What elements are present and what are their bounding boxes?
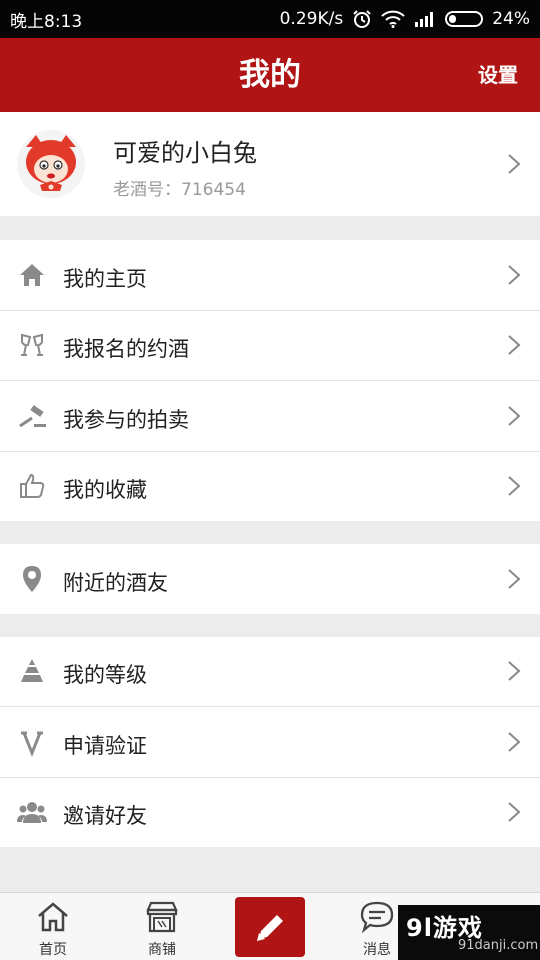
menu-item-label: 申请验证	[63, 734, 147, 758]
menu-item-label: 我报名的约酒	[63, 337, 189, 361]
alarm-icon	[352, 9, 372, 29]
status-bar: 晚上8:13 0.29K/s 24%	[0, 0, 540, 38]
thumbs-up-icon	[20, 473, 45, 498]
v-icon	[21, 731, 43, 758]
chat-bubble-icon	[360, 901, 394, 934]
chevron-right-icon	[508, 476, 521, 496]
menu-item-label: 我的收藏	[63, 478, 147, 502]
chevron-right-icon	[508, 265, 521, 285]
menu-item-nearby-friends[interactable]: 附近的酒友	[0, 544, 540, 614]
menu-item-label: 邀请好友	[63, 804, 147, 828]
storefront-icon	[146, 901, 178, 933]
tab-shop[interactable]: 商铺	[122, 893, 202, 960]
menu-item-homepage[interactable]: 我的主页	[0, 240, 540, 310]
tab-shop-label: 商铺	[148, 942, 176, 958]
signal-icon	[414, 11, 436, 27]
menu-item-verification[interactable]: 申请验证	[0, 707, 540, 777]
chevron-right-icon	[508, 732, 521, 752]
chevron-right-icon	[508, 335, 521, 355]
menu-item-label: 我的等级	[63, 663, 147, 687]
menu-item-drinking-signups[interactable]: 我报名的约酒	[0, 311, 540, 380]
battery-level	[449, 15, 457, 23]
watermark-logo: 9l游戏 91danji.com	[398, 905, 540, 960]
battery-icon	[445, 11, 484, 27]
chevron-right-icon	[508, 802, 521, 822]
chevron-right-icon	[508, 569, 521, 589]
menu-item-label: 我参与的拍卖	[63, 408, 189, 432]
menu-item-favorites[interactable]: 我的收藏	[0, 452, 540, 521]
page-title: 我的	[239, 57, 301, 93]
avatar[interactable]	[16, 129, 86, 199]
location-pin-icon	[23, 566, 41, 592]
menu-item-label: 附近的酒友	[63, 571, 168, 595]
people-icon	[17, 802, 47, 823]
home-icon	[20, 264, 44, 286]
pyramid-icon	[21, 659, 43, 682]
battery-percent: 24%	[492, 9, 530, 29]
app-header: 我的 设置	[0, 38, 540, 112]
menu-item-auctions[interactable]: 我参与的拍卖	[0, 381, 540, 451]
menu-item-label: 我的主页	[63, 267, 147, 291]
wifi-icon	[381, 10, 405, 28]
network-speed: 0.29K/s	[279, 9, 344, 29]
settings-button[interactable]: 设置	[478, 38, 518, 112]
home-outline-icon	[38, 902, 68, 932]
menu-item-invite-friends[interactable]: 邀请好友	[0, 778, 540, 847]
status-time: 晚上8:13	[10, 11, 83, 32]
chevron-right-icon	[508, 661, 521, 681]
chevron-right-icon	[508, 406, 521, 426]
profile-id: 老酒号：716454	[113, 180, 246, 200]
status-right: 0.29K/s 24%	[280, 9, 530, 29]
watermark-sub: 91danji.com	[458, 938, 539, 953]
wine-glasses-icon	[21, 333, 43, 356]
chevron-right-icon	[508, 154, 521, 174]
menu-item-level[interactable]: 我的等级	[0, 637, 540, 706]
compose-button[interactable]	[235, 897, 305, 957]
gavel-icon	[19, 405, 46, 428]
tab-home[interactable]: 首页	[13, 893, 93, 960]
pencil-icon	[257, 915, 283, 941]
profile-card[interactable]	[0, 112, 540, 216]
tab-home-label: 首页	[39, 942, 67, 958]
profile-name: 可爱的小白兔	[113, 139, 257, 167]
